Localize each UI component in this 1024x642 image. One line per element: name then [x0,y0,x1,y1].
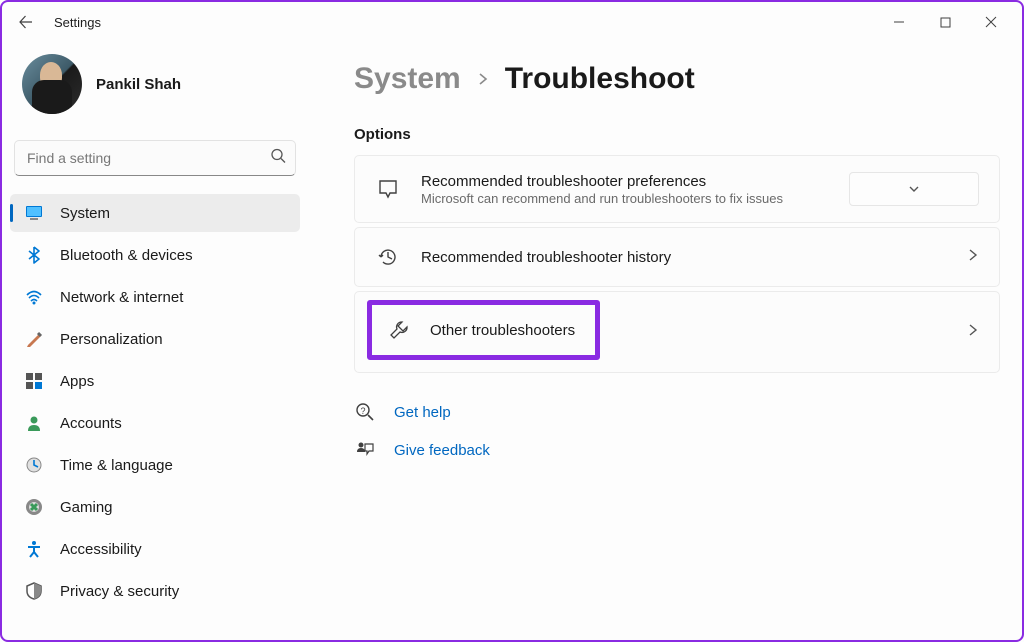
breadcrumb: System Troubleshoot [354,62,1000,96]
svg-text:?: ? [360,406,365,416]
sidebar-item-label: Gaming [60,499,113,516]
accessibility-icon [24,539,44,559]
card-action [849,172,979,206]
chevron-right-icon [477,69,489,90]
history-icon [375,244,401,270]
card-other-troubleshooters[interactable]: Other troubleshooters [354,291,1000,373]
sidebar-item-personalization[interactable]: Personalization [10,320,300,358]
main-content: System Troubleshoot Options Recommended … [312,42,1022,640]
chevron-right-icon [967,249,979,261]
apps-icon [24,371,44,391]
card-action [967,248,979,266]
privacy-icon [24,581,44,601]
sidebar-item-label: Accessibility [60,541,142,558]
network-icon [24,287,44,307]
card-recommended-preferences[interactable]: Recommended troubleshooter preferences M… [354,155,1000,223]
gaming-icon [24,497,44,517]
preferences-icon [375,176,401,202]
card-title: Other troubleshooters [430,322,575,339]
help-icon: ? [354,401,376,423]
card-action [967,323,979,341]
profile-name: Pankil Shah [96,76,181,93]
sidebar-item-label: Accounts [60,415,122,432]
system-icon [24,203,44,223]
arrow-left-icon [18,14,34,30]
card-subtitle: Microsoft can recommend and run troubles… [421,191,829,206]
preferences-dropdown[interactable] [849,172,979,206]
sidebar-item-label: Time & language [60,457,173,474]
sidebar-item-label: System [60,205,110,222]
window-title: Settings [54,15,101,30]
nav: System Bluetooth & devices Network & int… [10,194,300,610]
minimize-icon [893,16,905,28]
close-button[interactable] [968,6,1014,38]
sidebar-item-label: Personalization [60,331,163,348]
highlighted-region: Other troubleshooters [367,300,600,360]
card-title: Recommended troubleshooter history [421,249,947,266]
sidebar-item-label: Privacy & security [60,583,179,600]
sidebar-item-label: Bluetooth & devices [60,247,193,264]
give-feedback-link[interactable]: Give feedback [354,439,1000,461]
minimize-button[interactable] [876,6,922,38]
maximize-icon [940,17,951,28]
close-icon [985,16,997,28]
card-troubleshooter-history[interactable]: Recommended troubleshooter history [354,227,1000,287]
wrench-icon [386,317,412,343]
card-body: Recommended troubleshooter history [421,249,947,266]
back-button[interactable] [10,6,42,38]
section-header: Options [354,126,1000,143]
sidebar-item-label: Apps [60,373,94,390]
link-text: Get help [394,404,451,421]
card-body: Recommended troubleshooter preferences M… [421,173,829,206]
sidebar-item-gaming[interactable]: Gaming [10,488,300,526]
footer-links: ? Get help Give feedback [354,401,1000,461]
sidebar-item-label: Network & internet [60,289,183,306]
time-language-icon [24,455,44,475]
feedback-icon [354,439,376,461]
personalization-icon [24,329,44,349]
maximize-button[interactable] [922,6,968,38]
bluetooth-icon [24,245,44,265]
chevron-right-icon [967,324,979,336]
search-input[interactable] [14,140,296,176]
profile[interactable]: Pankil Shah [10,50,300,134]
sidebar-item-apps[interactable]: Apps [10,362,300,400]
breadcrumb-current: Troubleshoot [505,62,695,96]
get-help-link[interactable]: ? Get help [354,401,1000,423]
avatar [22,54,82,114]
chevron-down-icon [908,183,920,195]
accounts-icon [24,413,44,433]
sidebar: Pankil Shah System Bluetooth & devices N… [2,42,312,640]
link-text: Give feedback [394,442,490,459]
sidebar-item-time-language[interactable]: Time & language [10,446,300,484]
sidebar-item-accounts[interactable]: Accounts [10,404,300,442]
breadcrumb-parent[interactable]: System [354,62,461,96]
window-controls [876,6,1014,38]
sidebar-item-bluetooth[interactable]: Bluetooth & devices [10,236,300,274]
titlebar: Settings [2,2,1022,42]
sidebar-item-privacy[interactable]: Privacy & security [10,572,300,610]
sidebar-item-accessibility[interactable]: Accessibility [10,530,300,568]
card-title: Recommended troubleshooter preferences [421,173,829,190]
search-box [14,140,296,176]
sidebar-item-system[interactable]: System [10,194,300,232]
sidebar-item-network[interactable]: Network & internet [10,278,300,316]
search-icon [270,148,286,169]
